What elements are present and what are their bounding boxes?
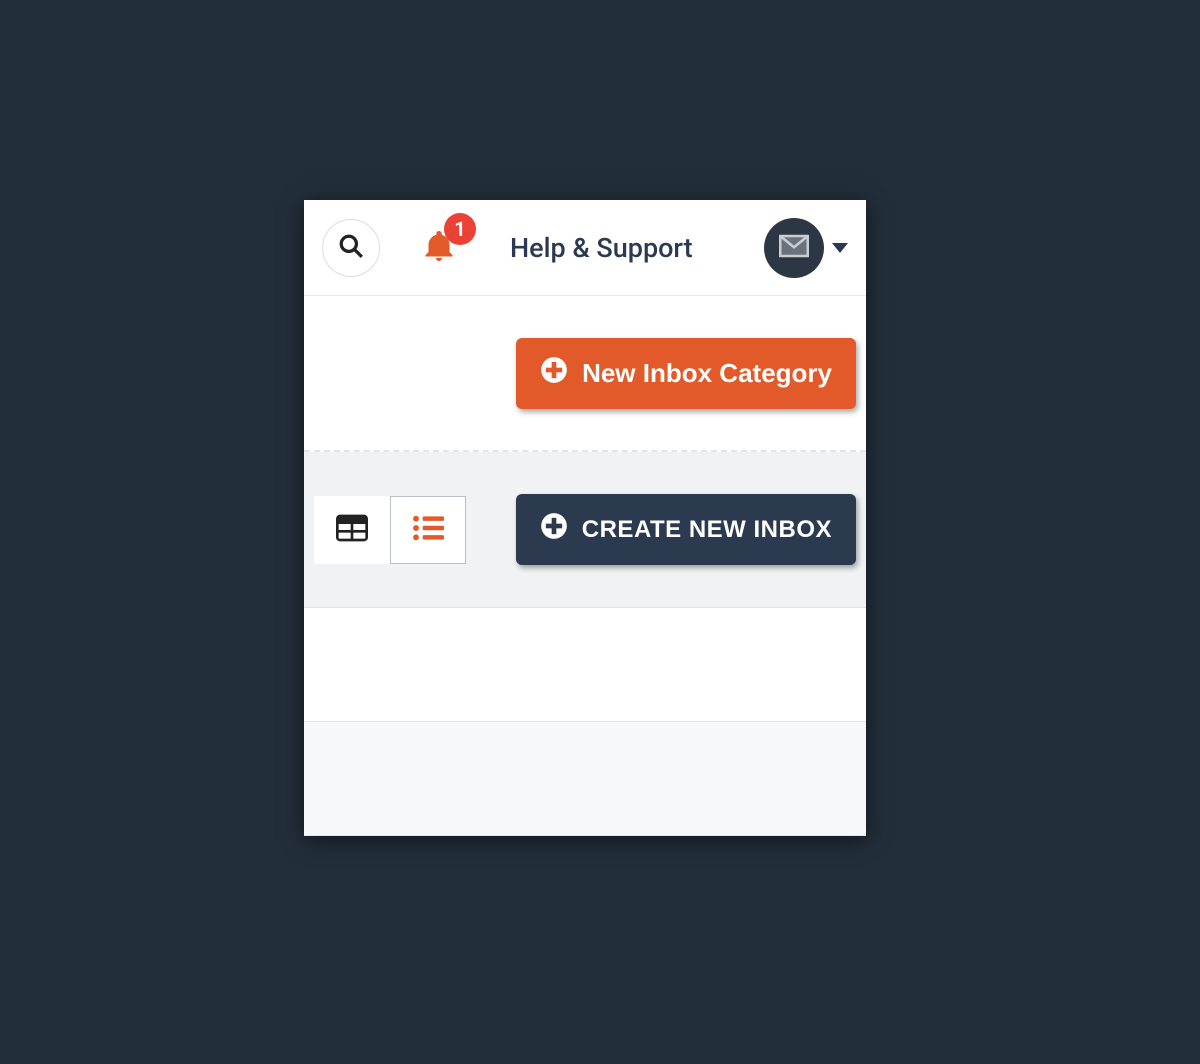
help-support-link[interactable]: Help & Support — [510, 232, 693, 264]
category-bar: New Inbox Category — [304, 296, 866, 452]
toolbar: CREATE NEW INBOX — [304, 452, 866, 608]
create-new-inbox-label: CREATE NEW INBOX — [582, 516, 832, 544]
view-toggle — [314, 496, 466, 564]
top-bar: 1 Help & Support — [304, 200, 866, 296]
new-inbox-category-label: New Inbox Category — [582, 358, 832, 389]
plus-circle-icon — [540, 356, 568, 391]
grid-icon — [336, 514, 368, 546]
new-inbox-category-button[interactable]: New Inbox Category — [516, 338, 856, 409]
caret-down-icon — [832, 243, 848, 253]
list-icon — [412, 514, 444, 546]
list-row — [304, 722, 866, 836]
notifications-button[interactable]: 1 — [418, 227, 460, 269]
list-row — [304, 608, 866, 722]
search-button[interactable] — [322, 219, 380, 277]
avatar — [764, 218, 824, 278]
user-menu[interactable] — [764, 218, 848, 278]
plus-circle-icon — [540, 512, 568, 547]
app-panel: 1 Help & Support — [304, 200, 866, 836]
notification-badge: 1 — [444, 213, 476, 245]
grid-view-button[interactable] — [314, 496, 390, 564]
list-view-button[interactable] — [390, 496, 466, 564]
search-icon — [338, 233, 364, 263]
mail-icon — [779, 234, 809, 262]
create-new-inbox-button[interactable]: CREATE NEW INBOX — [516, 494, 856, 565]
